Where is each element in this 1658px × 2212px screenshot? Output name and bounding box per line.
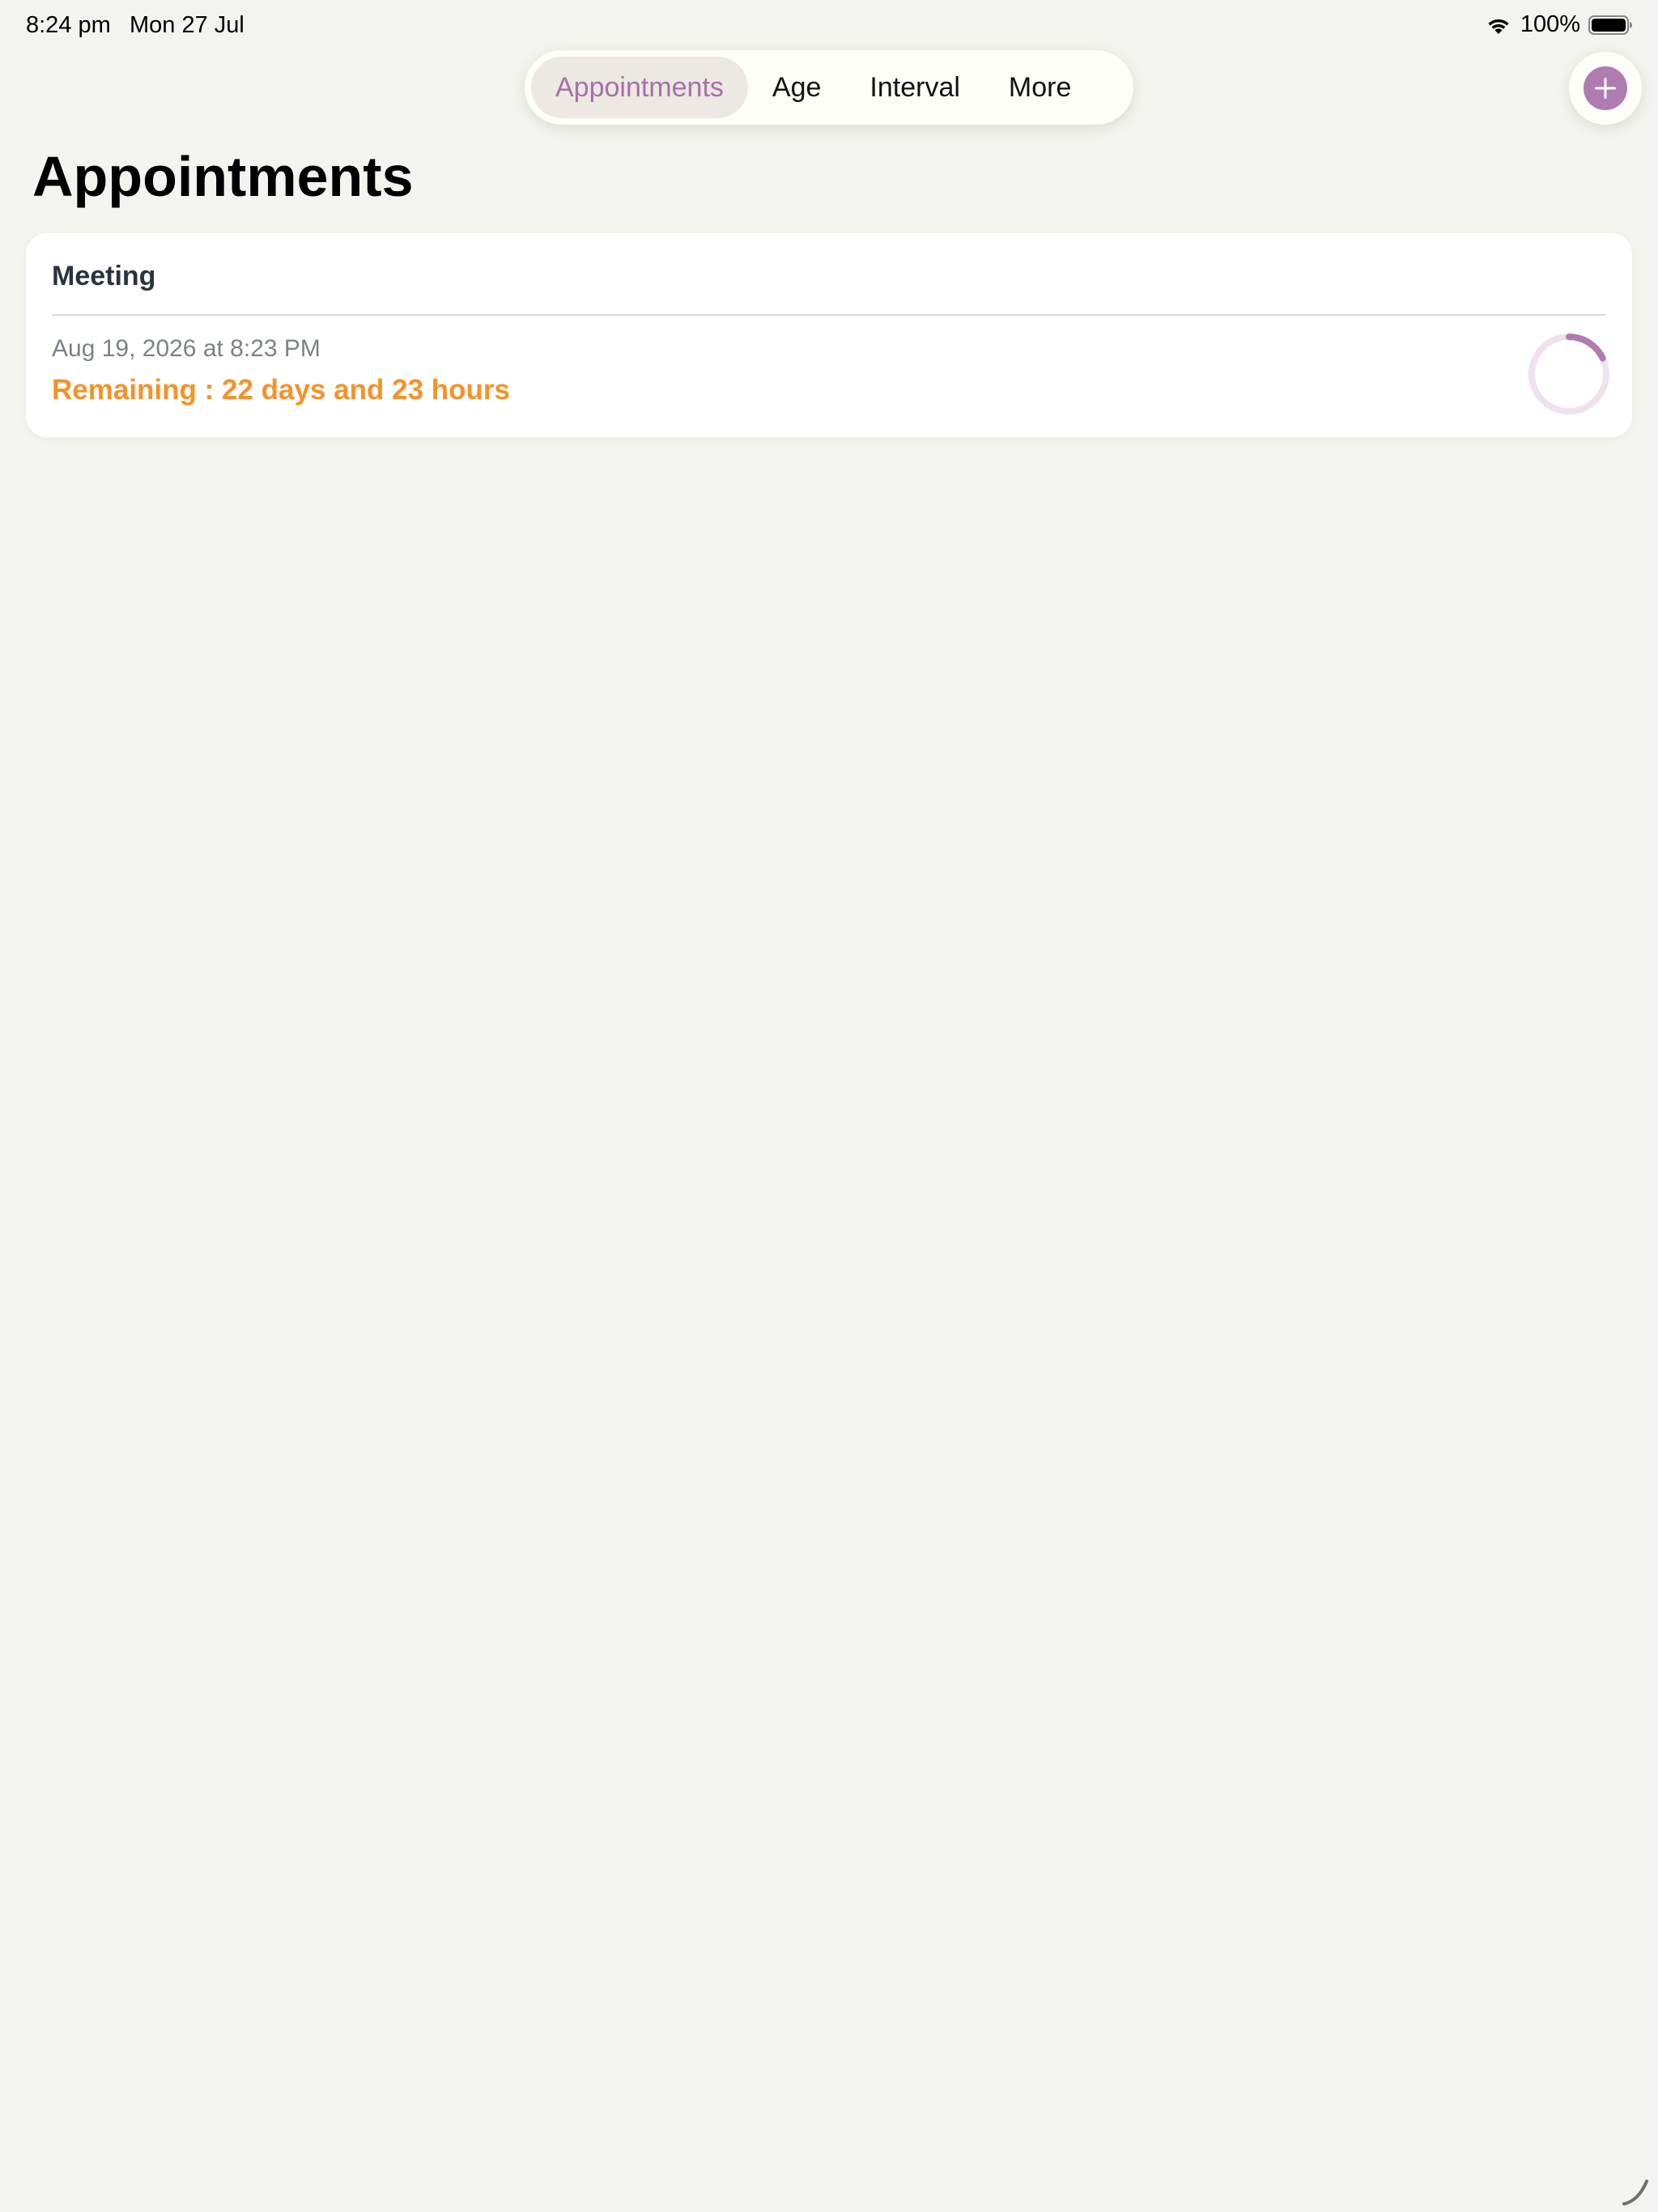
status-bar: 8:24 pm Mon 27 Jul 100% [0, 0, 1658, 52]
appointment-datetime: Aug 19, 2026 at 8:23 PM [52, 335, 321, 362]
add-appointment-button[interactable] [1569, 52, 1642, 125]
wifi-icon [1488, 19, 1509, 34]
pencil-stroke-icon [1622, 2180, 1648, 2206]
progress-ring [1528, 334, 1609, 415]
battery-icon [1588, 15, 1632, 35]
segmented-tab-bar: Appointments Age Interval More [525, 50, 1133, 125]
status-time: 8:24 pm [26, 12, 111, 38]
tab-more[interactable]: More [984, 57, 1095, 118]
tab-appointments[interactable]: Appointments [531, 57, 748, 118]
battery-percent: 100% [1520, 11, 1580, 37]
divider [52, 314, 1606, 316]
appointment-card[interactable]: Meeting Aug 19, 2026 at 8:23 PM Remainin… [26, 233, 1632, 437]
tab-age[interactable]: Age [748, 57, 846, 118]
tab-interval[interactable]: Interval [845, 57, 984, 118]
appointment-title: Meeting [52, 261, 156, 291]
status-date: Mon 27 Jul [130, 12, 244, 38]
appointment-remaining: Remaining : 22 days and 23 hours [52, 374, 510, 406]
page-title: Appointments [32, 145, 414, 208]
plus-icon [1584, 66, 1627, 110]
status-indicators: 100% [1485, 11, 1634, 38]
